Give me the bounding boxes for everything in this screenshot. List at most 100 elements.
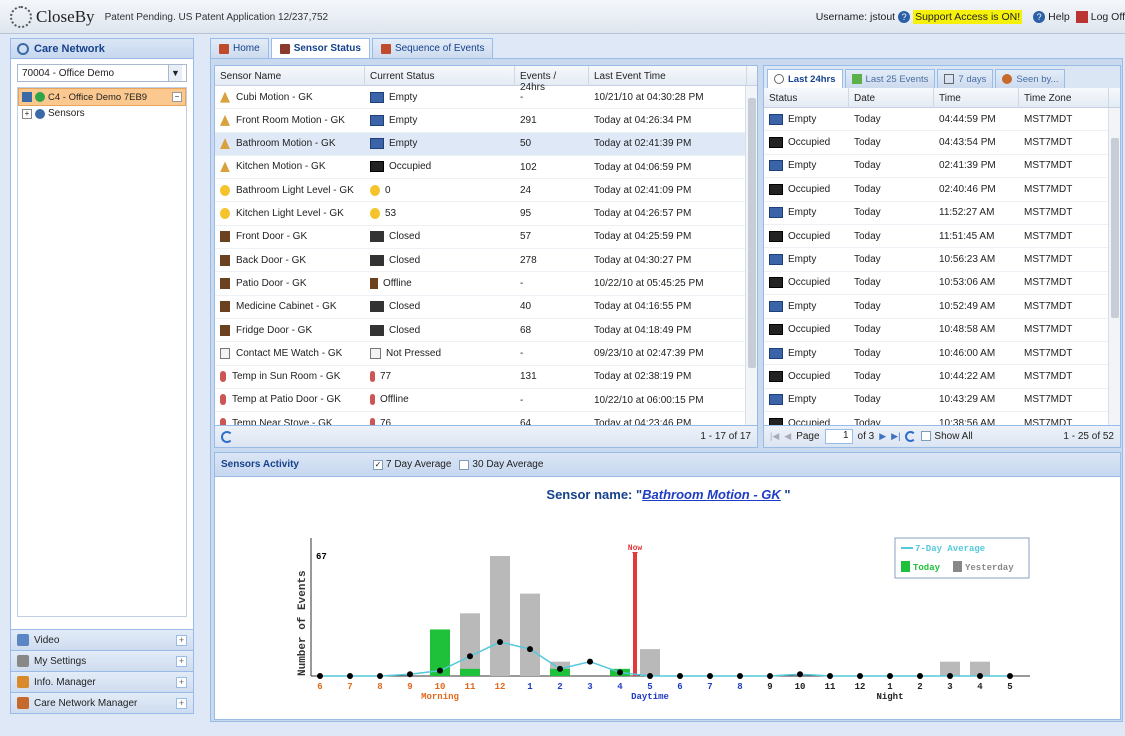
table-row[interactable]: Occupied Today 10:53:06 AM MST7MDT <box>764 272 1120 296</box>
events-scrollbar[interactable] <box>1108 108 1120 426</box>
show-all-checkbox[interactable]: Show All <box>921 431 973 442</box>
network-tree: C4 - Office Demo 7EB9 − + Sensors <box>17 87 187 617</box>
tab-label: 7 days <box>958 73 987 85</box>
table-row[interactable]: Occupied Today 02:40:46 PM MST7MDT <box>764 178 1120 202</box>
average-point <box>797 671 803 678</box>
table-row[interactable]: Temp in Sun Room - GK 77 131 Today at 02… <box>215 366 757 389</box>
accordion-label: My Settings <box>34 655 87 667</box>
status-icon <box>370 138 384 150</box>
chevron-down-icon[interactable]: ▼ <box>168 65 182 81</box>
scroll-thumb[interactable] <box>748 98 756 368</box>
status-text: Occupied <box>788 183 831 195</box>
support-access-notice[interactable]: Support Access is ON! <box>913 10 1023 24</box>
table-row[interactable]: Occupied Today 11:51:45 AM MST7MDT <box>764 225 1120 249</box>
tab-sensor-status[interactable]: Sensor Status <box>270 38 370 58</box>
scroll-thumb[interactable] <box>1111 138 1119 318</box>
last-page-icon[interactable]: ▶| <box>891 431 900 442</box>
thirty-day-average-checkbox[interactable]: 30 Day Average <box>459 459 543 470</box>
tab-7-days[interactable]: 7 days <box>937 69 994 88</box>
tab-home[interactable]: Home <box>210 38 269 58</box>
table-row[interactable]: Contact ME Watch - GK Not Pressed - 09/2… <box>215 342 757 366</box>
door-sensor-icon <box>220 231 230 243</box>
support-icon[interactable]: ? <box>898 11 911 23</box>
help-link[interactable]: Help <box>1048 11 1070 23</box>
table-row[interactable]: Patio Door - GK Offline - 10/22/10 at 05… <box>215 272 757 296</box>
status-cell: 53 <box>365 208 515 219</box>
prev-page-icon[interactable]: ◀ <box>784 431 791 442</box>
plus-icon[interactable]: + <box>176 676 187 688</box>
tree-node-c4[interactable]: C4 - Office Demo 7EB9 − <box>18 88 186 106</box>
table-row[interactable]: Medicine Cabinet - GK Closed 40 Today at… <box>215 296 757 319</box>
status-cell: Offline <box>365 277 515 289</box>
plus-icon[interactable]: + <box>176 634 187 646</box>
time-cell: 11:52:27 AM <box>939 207 995 219</box>
sensor-name: Temp in Sun Room - GK <box>232 371 341 383</box>
table-row[interactable]: Bathroom Light Level - GK 0 24 Today at … <box>215 179 757 203</box>
plus-icon[interactable]: + <box>176 655 187 667</box>
plus-icon[interactable]: + <box>176 697 187 709</box>
status-cell: Closed <box>365 301 515 312</box>
table-row[interactable]: Cubi Motion - GK Empty - 10/21/10 at 04:… <box>215 86 757 110</box>
sensor-name-link[interactable]: Bathroom Motion - GK <box>642 487 781 502</box>
clock-icon <box>774 74 784 84</box>
refresh-icon[interactable] <box>905 431 917 442</box>
accordion-my-settings[interactable]: My Settings + <box>11 650 193 671</box>
col-sensor-name[interactable]: Sensor Name <box>215 66 365 86</box>
col-events[interactable]: Events / 24hrs <box>515 66 589 93</box>
tz-cell: MST7MDT <box>1024 160 1073 172</box>
x-tick-label: 11 <box>825 682 836 692</box>
table-row[interactable]: Occupied Today 10:48:58 AM MST7MDT <box>764 319 1120 342</box>
table-row[interactable]: Empty Today 10:43:29 AM MST7MDT <box>764 389 1120 413</box>
next-page-icon[interactable]: ▶ <box>879 431 886 442</box>
page-input[interactable]: 1 <box>824 429 853 444</box>
site-select[interactable]: 70004 - Office Demo ▼ <box>17 64 187 82</box>
tab-last-24hrs[interactable]: Last 24hrs <box>767 69 843 88</box>
sensor-grid-scrollbar[interactable] <box>745 86 757 426</box>
accordion-info-manager[interactable]: Info. Manager + <box>11 671 193 692</box>
col-current-status[interactable]: Current Status <box>365 66 515 86</box>
table-row[interactable]: Empty Today 10:52:49 AM MST7MDT <box>764 295 1120 319</box>
tab-sequence-of-events[interactable]: Sequence of Events <box>371 38 494 58</box>
col-date[interactable]: Date <box>849 88 934 108</box>
table-row[interactable]: Empty Today 04:44:59 PM MST7MDT <box>764 108 1120 132</box>
activity-header: Sensors Activity ✓ 7 Day Average 30 Day A… <box>215 453 1120 477</box>
x-tick-label: 9 <box>767 682 772 692</box>
col-time[interactable]: Time <box>934 88 1019 108</box>
col-status[interactable]: Status <box>764 88 849 108</box>
first-page-icon[interactable]: |◀ <box>770 431 779 442</box>
help-icon[interactable]: ? <box>1033 11 1046 23</box>
collapse-icon[interactable]: − <box>172 92 182 102</box>
table-row[interactable]: Empty Today 11:52:27 AM MST7MDT <box>764 202 1120 225</box>
table-row[interactable]: Front Room Motion - GK Empty 291 Today a… <box>215 109 757 133</box>
table-row[interactable]: Occupied Today 10:44:22 AM MST7MDT <box>764 365 1120 389</box>
log-off-link[interactable]: Log Off <box>1091 11 1125 23</box>
accordion-care-network-manager[interactable]: Care Network Manager + <box>11 692 193 713</box>
table-row[interactable]: Kitchen Light Level - GK 53 95 Today at … <box>215 202 757 226</box>
col-time-zone[interactable]: Time Zone <box>1019 88 1109 108</box>
table-row[interactable]: Kitchen Motion - GK Occupied 102 Today a… <box>215 156 757 180</box>
status-icon <box>370 277 378 289</box>
tab-seen-by[interactable]: Seen by... <box>995 69 1066 88</box>
expand-icon[interactable]: + <box>22 108 32 119</box>
table-row[interactable]: Bathroom Motion - GK Empty 50 Today at 0… <box>215 132 757 156</box>
last-event-cell: Today at 02:41:39 PM <box>594 138 692 150</box>
accordion-video[interactable]: Video + <box>11 629 193 650</box>
tree-node-sensors[interactable]: + Sensors <box>18 106 186 119</box>
seven-day-average-checkbox[interactable]: ✓ 7 Day Average <box>373 459 451 470</box>
refresh-icon[interactable] <box>221 430 233 443</box>
temp-sensor-icon <box>220 371 226 383</box>
average-point <box>587 658 593 665</box>
table-row[interactable]: Occupied Today 04:43:54 PM MST7MDT <box>764 131 1120 155</box>
table-row[interactable]: Front Door - GK Closed 57 Today at 04:25… <box>215 226 757 250</box>
events-cell: 40 <box>520 301 532 313</box>
top-bar: CloseBy Patent Pending. US Patent Applic… <box>0 0 1125 34</box>
tab-last-25-events[interactable]: Last 25 Events <box>844 69 936 88</box>
table-row[interactable]: Empty Today 10:56:23 AM MST7MDT <box>764 248 1120 272</box>
table-row[interactable]: Temp at Patio Door - GK Offline - 10/22/… <box>215 389 757 413</box>
table-row[interactable]: Empty Today 10:46:00 AM MST7MDT <box>764 342 1120 366</box>
log-off-icon[interactable] <box>1075 11 1088 23</box>
table-row[interactable]: Empty Today 02:41:39 PM MST7MDT <box>764 155 1120 179</box>
col-last-event-time[interactable]: Last Event Time <box>589 66 747 86</box>
table-row[interactable]: Fridge Door - GK Closed 68 Today at 04:1… <box>215 319 757 343</box>
table-row[interactable]: Back Door - GK Closed 278 Today at 04:30… <box>215 249 757 273</box>
